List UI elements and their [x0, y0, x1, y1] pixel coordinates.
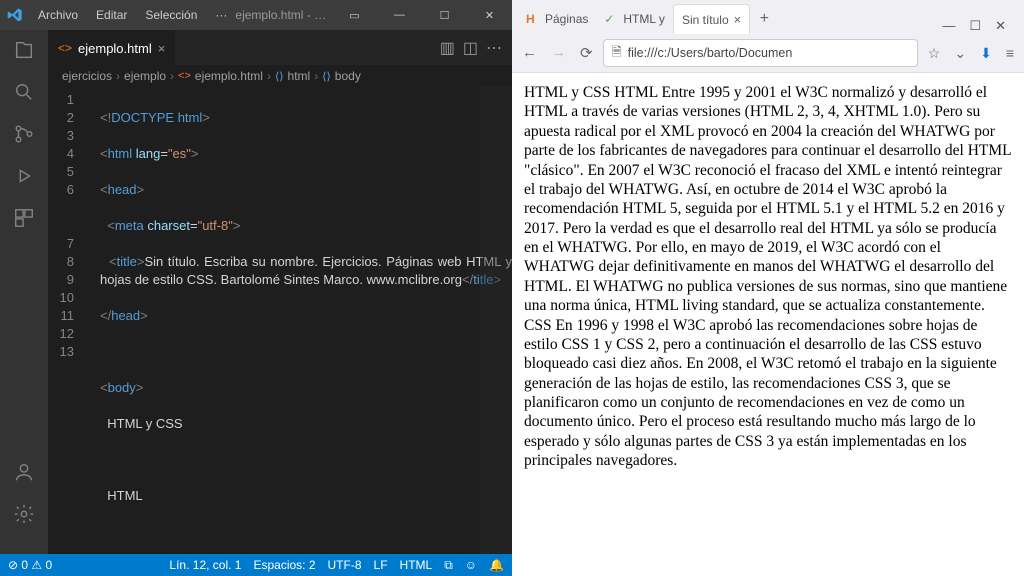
vscode-logo-icon — [0, 7, 30, 23]
status-eol[interactable]: LF — [374, 558, 388, 572]
browser-tabs: H Páginas ✓ HTML y Sin título × + — ☐ ✕ — [512, 0, 1024, 34]
status-cursor[interactable]: Lín. 12, col. 1 — [169, 558, 241, 572]
line-numbers: 12345 678910111213 — [48, 87, 88, 554]
status-feedback-icon[interactable]: ☺ — [465, 558, 477, 572]
more-actions-icon[interactable]: ⋯ — [486, 38, 502, 58]
tab-label: Sin título — [682, 13, 729, 27]
code-content[interactable]: <!DOCTYPE html> <html lang="es"> <head> … — [88, 87, 512, 554]
status-bell-icon[interactable]: 🔔 — [489, 558, 504, 572]
favicon: H — [526, 12, 540, 26]
source-control-icon[interactable] — [12, 122, 36, 146]
tab-label: ejemplo.html — [78, 41, 152, 56]
crumb[interactable]: ejemplo — [124, 69, 166, 83]
tab-label: HTML y — [623, 12, 665, 26]
forward-button[interactable]: → — [551, 44, 566, 62]
tab-close-icon[interactable]: × — [734, 12, 742, 27]
status-language[interactable]: HTML — [400, 558, 433, 572]
minimap[interactable] — [480, 87, 512, 554]
back-button[interactable]: ← — [522, 44, 537, 62]
activity-bar — [0, 30, 48, 554]
url-bar[interactable]: 🗎 file:///c:/Users/barto/Documen — [603, 39, 918, 67]
status-errors[interactable]: ⊘ 0 ⚠ 0 — [8, 558, 52, 572]
crumb[interactable]: html — [288, 69, 311, 83]
status-bar: ⊘ 0 ⚠ 0 Lín. 12, col. 1 Espacios: 2 UTF-… — [0, 554, 512, 576]
bookmark-icon[interactable]: ☆ — [928, 45, 941, 62]
maximize-button[interactable]: ☐ — [969, 18, 981, 34]
file-icon: 🗎 — [612, 43, 622, 64]
titlebar: Archivo Editar Selección ··· ejemplo.htm… — [0, 0, 512, 30]
tab-ejemplo[interactable]: <> ejemplo.html × — [48, 30, 175, 65]
download-icon[interactable]: ⬇ — [980, 45, 992, 62]
crumb[interactable]: body — [335, 69, 361, 83]
split-editor-icon[interactable]: ▥ — [440, 38, 455, 58]
menu-selection[interactable]: Selección — [137, 8, 205, 22]
settings-icon[interactable] — [12, 502, 36, 526]
menu-icon[interactable]: ≡ — [1006, 45, 1014, 62]
close-button[interactable]: ✕ — [995, 18, 1006, 34]
tab-label: Páginas — [545, 12, 588, 26]
vscode-window: Archivo Editar Selección ··· ejemplo.htm… — [0, 0, 512, 576]
browser-tab-active[interactable]: Sin título × — [673, 4, 750, 34]
tab-close-icon[interactable]: × — [158, 41, 166, 56]
html-file-icon: <> — [58, 41, 72, 55]
menu-file[interactable]: Archivo — [30, 8, 86, 22]
account-icon[interactable] — [12, 460, 36, 484]
editor-tabs: <> ejemplo.html × ▥ ◫ ⋯ — [48, 30, 512, 65]
new-tab-button[interactable]: + — [750, 4, 778, 34]
extensions-icon[interactable] — [12, 206, 36, 230]
browser-tab[interactable]: H Páginas — [518, 4, 596, 34]
status-indent[interactable]: Espacios: 2 — [253, 558, 315, 572]
browser-toolbar: ← → ⟳ 🗎 file:///c:/Users/barto/Documen ☆… — [512, 34, 1024, 72]
explorer-icon[interactable] — [12, 38, 36, 62]
browser-tab[interactable]: ✓ HTML y — [596, 4, 673, 34]
code-editor[interactable]: 12345 678910111213 <!DOCTYPE html> <html… — [48, 87, 512, 554]
debug-icon[interactable] — [12, 164, 36, 188]
menu-more[interactable]: ··· — [207, 8, 235, 22]
maximize-button[interactable]: ☐ — [422, 0, 467, 30]
url-text: file:///c:/Users/barto/Documen — [628, 46, 909, 60]
page-content: HTML y CSS HTML Entre 1995 y 2001 el W3C… — [512, 73, 1024, 576]
breadcrumb[interactable]: ejercicios› ejemplo› <> ejemplo.html› ⟨⟩… — [48, 65, 512, 87]
pocket-icon[interactable]: ⌄ — [954, 45, 966, 62]
status-encoding[interactable]: UTF-8 — [328, 558, 362, 572]
brackets-icon: ⟨⟩ — [275, 70, 284, 83]
reload-button[interactable]: ⟳ — [580, 44, 593, 62]
favicon: ✓ — [604, 12, 618, 26]
search-icon[interactable] — [12, 80, 36, 104]
browser-window: H Páginas ✓ HTML y Sin título × + — ☐ ✕ … — [512, 0, 1024, 576]
status-preview-icon[interactable]: ⧉ — [444, 558, 453, 573]
crumb[interactable]: ejemplo.html — [195, 69, 263, 83]
window-title: ejemplo.html - HTM... — [235, 8, 332, 22]
crumb[interactable]: ejercicios — [62, 69, 112, 83]
brackets-icon: ⟨⟩ — [322, 70, 331, 83]
menu-edit[interactable]: Editar — [88, 8, 135, 22]
minimize-button[interactable]: — — [377, 0, 422, 30]
close-window-button[interactable]: ✕ — [467, 0, 512, 30]
html-file-icon: <> — [178, 70, 191, 82]
layout-icon[interactable]: ▭ — [332, 0, 377, 30]
minimize-button[interactable]: — — [942, 18, 955, 34]
split-editor-icon-2[interactable]: ◫ — [463, 38, 478, 58]
menu-bar: Archivo Editar Selección ··· — [30, 8, 235, 22]
